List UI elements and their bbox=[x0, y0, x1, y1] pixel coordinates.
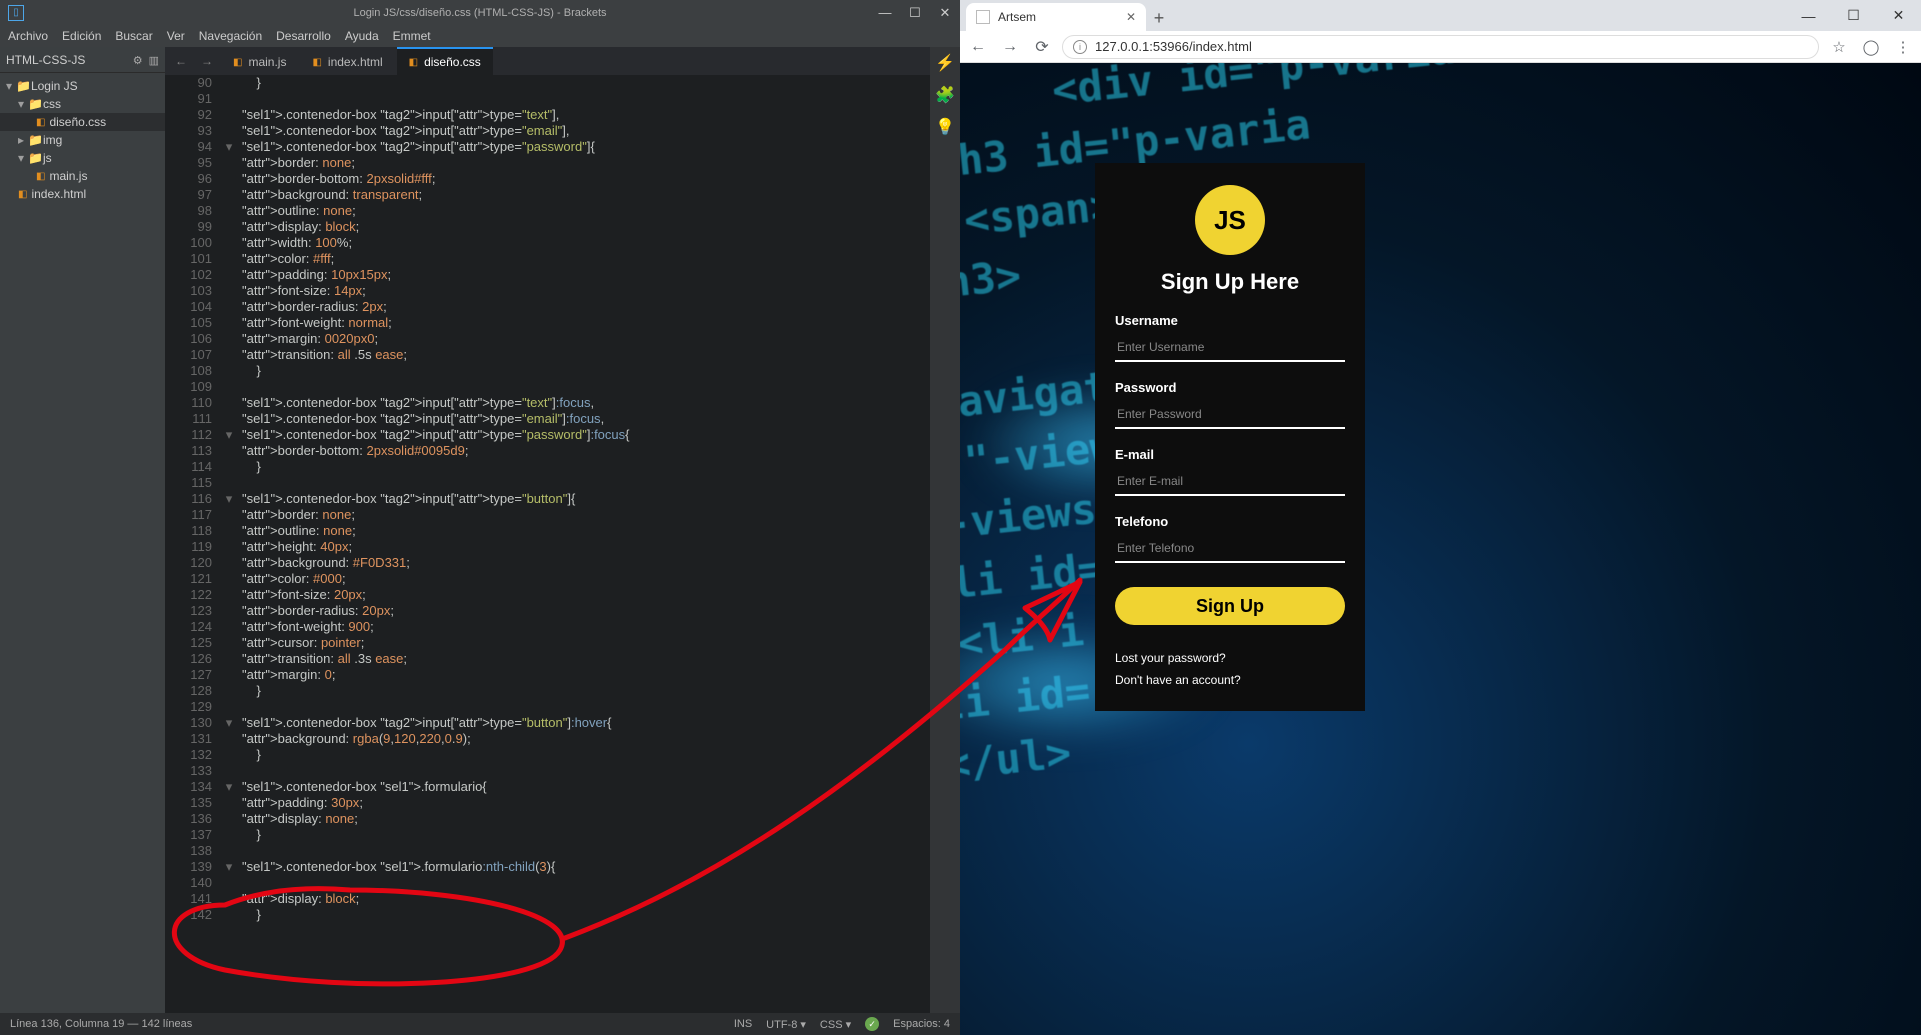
project-name: HTML-CSS-JS bbox=[6, 53, 85, 67]
brackets-statusbar: Línea 136, Columna 19 — 142 líneas INS U… bbox=[0, 1013, 960, 1035]
status-ok-icon[interactable]: ✓ bbox=[865, 1017, 879, 1031]
label-email: E-mail bbox=[1115, 447, 1345, 462]
tree-css-file[interactable]: ◧diseño.css bbox=[0, 113, 165, 131]
brackets-titlebar: ▯ Login JS/css/diseño.css (HTML-CSS-JS) … bbox=[0, 0, 960, 25]
tab-mainjs[interactable]: ◧main.js bbox=[221, 47, 298, 75]
menu-ver[interactable]: Ver bbox=[167, 29, 185, 43]
input-username[interactable] bbox=[1115, 334, 1345, 362]
tree-css-folder[interactable]: ▾📁 css bbox=[0, 95, 165, 113]
browser-toolbar: ← → ⟳ i 127.0.0.1:53966/index.html ☆ ◯ ⋮ bbox=[960, 31, 1921, 63]
site-info-icon[interactable]: i bbox=[1073, 40, 1087, 54]
brackets-title: Login JS/css/diseño.css (HTML-CSS-JS) - … bbox=[0, 7, 960, 19]
tree-html-file[interactable]: ◧index.html bbox=[0, 185, 165, 203]
status-cursor: Línea 136, Columna 19 — 142 líneas bbox=[10, 1018, 192, 1030]
file-tree: ▾📁 Login JS ▾📁 css ◧diseño.css ▸📁 img ▾📁… bbox=[0, 73, 165, 207]
profile-icon[interactable]: ◯ bbox=[1859, 38, 1883, 56]
page-viewport: <div id="p-varian <h3 id="p-varia <span>… bbox=[960, 63, 1921, 1035]
address-bar[interactable]: i 127.0.0.1:53966/index.html bbox=[1062, 35, 1819, 59]
live-preview-icon[interactable]: ⚡ bbox=[935, 53, 955, 73]
status-ins[interactable]: INS bbox=[734, 1018, 752, 1030]
menu-archivo[interactable]: Archivo bbox=[8, 29, 48, 43]
back-button[interactable]: ← bbox=[966, 38, 990, 56]
project-header[interactable]: HTML-CSS-JS ⚙ ▥ bbox=[0, 47, 165, 73]
js-badge-icon: JS bbox=[1195, 185, 1265, 255]
tab-fwd-icon[interactable]: → bbox=[195, 54, 219, 68]
brackets-rightbar: ⚡ 🧩 💡 bbox=[930, 47, 960, 1013]
tab-back-icon[interactable]: ← bbox=[169, 54, 193, 68]
browser-tabstrip: Artsem ✕ + — ☐ ✕ bbox=[960, 0, 1921, 31]
browser-min-button[interactable]: — bbox=[1786, 0, 1831, 31]
max-button[interactable]: ☐ bbox=[900, 0, 930, 25]
extensions-icon[interactable]: 🧩 bbox=[935, 85, 955, 105]
menu-buscar[interactable]: Buscar bbox=[115, 29, 152, 43]
label-telefono: Telefono bbox=[1115, 514, 1345, 529]
browser-max-button[interactable]: ☐ bbox=[1831, 0, 1876, 31]
status-spaces[interactable]: Espacios: 4 bbox=[893, 1018, 950, 1030]
close-button[interactable]: ✕ bbox=[930, 0, 960, 25]
input-email[interactable] bbox=[1115, 468, 1345, 496]
lost-password-link[interactable]: Lost your password? bbox=[1115, 651, 1345, 665]
new-tab-button[interactable]: + bbox=[1146, 5, 1172, 31]
no-account-link[interactable]: Don't have an account? bbox=[1115, 673, 1345, 687]
brackets-sidebar: HTML-CSS-JS ⚙ ▥ ▾📁 Login JS ▾📁 css ◧diseñ… bbox=[0, 47, 165, 1013]
signup-button[interactable]: Sign Up bbox=[1115, 587, 1345, 625]
status-lang[interactable]: CSS ▾ bbox=[820, 1018, 851, 1031]
tree-img-folder[interactable]: ▸📁 img bbox=[0, 131, 165, 149]
tab-disenocss[interactable]: ◧diseño.css bbox=[397, 47, 493, 75]
input-telefono[interactable] bbox=[1115, 535, 1345, 563]
min-button[interactable]: — bbox=[870, 0, 900, 25]
brackets-app-icon: ▯ bbox=[8, 5, 24, 21]
forward-button[interactable]: → bbox=[998, 38, 1022, 56]
menu-emmet[interactable]: Emmet bbox=[393, 29, 431, 43]
browser-window: Artsem ✕ + — ☐ ✕ ← → ⟳ i 127.0.0.1:53966… bbox=[960, 0, 1921, 1035]
tab-indexhtml[interactable]: ◧index.html bbox=[300, 47, 394, 75]
editor-tabs: ← → ◧main.js ◧index.html ◧diseño.css bbox=[165, 47, 930, 75]
brackets-window: ▯ Login JS/css/diseño.css (HTML-CSS-JS) … bbox=[0, 0, 960, 1035]
favicon-icon bbox=[976, 10, 990, 24]
kebab-menu-icon[interactable]: ⋮ bbox=[1891, 38, 1915, 56]
editor-area: ← → ◧main.js ◧index.html ◧diseño.css 909… bbox=[165, 47, 930, 1013]
menu-edicion[interactable]: Edición bbox=[62, 29, 101, 43]
label-username: Username bbox=[1115, 313, 1345, 328]
brackets-menubar: Archivo Edición Buscar Ver Navegación De… bbox=[0, 25, 960, 47]
browser-tab[interactable]: Artsem ✕ bbox=[966, 3, 1146, 31]
tab-title: Artsem bbox=[998, 10, 1036, 24]
url-text: 127.0.0.1:53966/index.html bbox=[1095, 39, 1252, 54]
browser-close-button[interactable]: ✕ bbox=[1876, 0, 1921, 31]
menu-navegacion[interactable]: Navegación bbox=[199, 29, 262, 43]
tree-js-file[interactable]: ◧main.js bbox=[0, 167, 165, 185]
label-password: Password bbox=[1115, 380, 1345, 395]
reload-button[interactable]: ⟳ bbox=[1030, 37, 1054, 57]
signup-title: Sign Up Here bbox=[1115, 269, 1345, 295]
status-encoding[interactable]: UTF-8 ▾ bbox=[766, 1018, 806, 1031]
menu-ayuda[interactable]: Ayuda bbox=[345, 29, 379, 43]
menu-desarrollo[interactable]: Desarrollo bbox=[276, 29, 331, 43]
code-editor[interactable]: 9091929394959697989910010110210310410510… bbox=[165, 75, 930, 1013]
split-icon[interactable]: ▥ bbox=[149, 55, 159, 67]
bookmark-icon[interactable]: ☆ bbox=[1827, 38, 1851, 56]
hints-icon[interactable]: 💡 bbox=[935, 117, 955, 137]
input-password[interactable] bbox=[1115, 401, 1345, 429]
tab-close-icon[interactable]: ✕ bbox=[1126, 10, 1136, 24]
tree-js-folder[interactable]: ▾📁 js bbox=[0, 149, 165, 167]
gear-icon[interactable]: ⚙ bbox=[133, 55, 143, 67]
tree-root[interactable]: ▾📁 Login JS bbox=[0, 77, 165, 95]
signup-box: JS Sign Up Here Username Password E-mail… bbox=[1095, 163, 1365, 711]
